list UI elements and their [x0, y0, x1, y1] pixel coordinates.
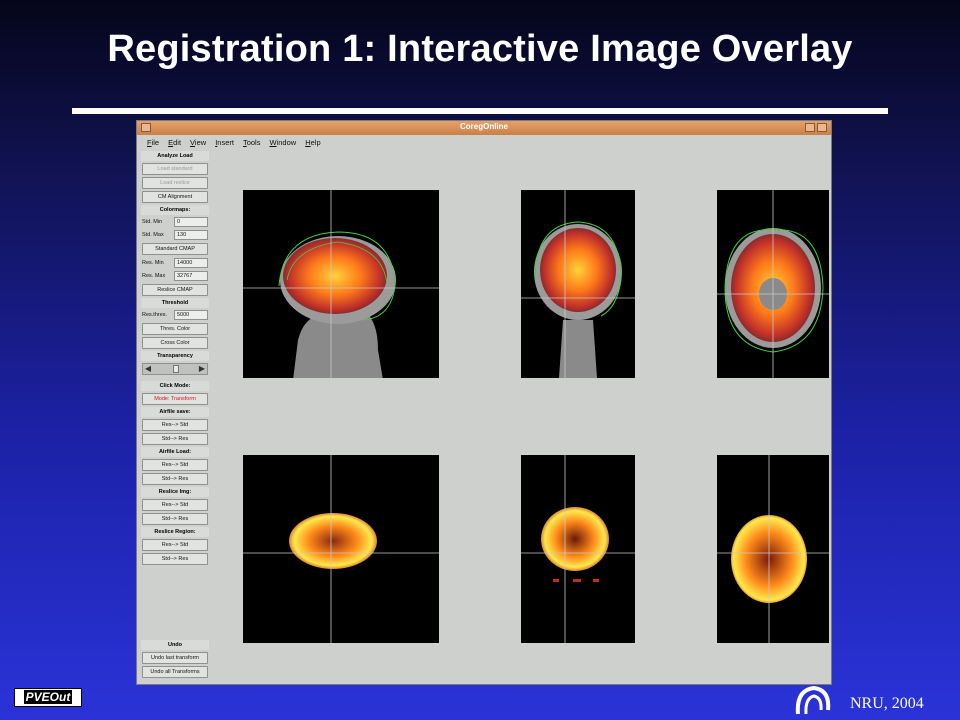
undo-group: Undo Undo last transform Undo all Transf…: [141, 640, 209, 680]
menu-insert[interactable]: Insert: [215, 138, 234, 147]
std-max-field: Std. Max 130: [142, 229, 208, 241]
menu-file[interactable]: File: [147, 138, 159, 147]
slider-right-arrow-icon[interactable]: ▶: [197, 364, 207, 374]
section-airfile-save: Airfile save:: [141, 407, 209, 417]
coronal-pet-image: [521, 455, 635, 643]
slider-thumb[interactable]: [173, 365, 179, 373]
save-std-to-res-button[interactable]: Std--> Res: [142, 433, 208, 445]
app-window: CoregOnline File Edit View Insert Tools …: [136, 120, 832, 685]
mode-transform-button[interactable]: Mode: Transform: [142, 393, 208, 405]
section-threshold: Threshold: [141, 298, 209, 308]
res-min-label: Res. Min: [142, 260, 164, 266]
coronal-pet-view[interactable]: [521, 455, 635, 643]
menu-view[interactable]: View: [190, 138, 206, 147]
standard-cmap-button[interactable]: Standard CMAP: [142, 243, 208, 255]
control-panel: Analyze Load Load standard Load reslice …: [141, 151, 209, 680]
std-min-label: Std. Min: [142, 219, 163, 225]
window-title: CoregOnline: [459, 122, 508, 131]
res-max-label: Res. Max: [142, 273, 166, 279]
std-max-label: Std. Max: [142, 232, 164, 238]
axial-overlay-image: [717, 190, 829, 378]
title-underline: [72, 108, 888, 114]
slide-title: Registration 1: Interactive Image Overla…: [107, 28, 853, 70]
menu-window[interactable]: Window: [269, 138, 296, 147]
minimize-button[interactable]: [805, 123, 815, 132]
menu-tools[interactable]: Tools: [243, 138, 261, 147]
thres-color-button[interactable]: Thres. Color: [142, 323, 208, 335]
section-airfile-load: Airfile Load:: [141, 447, 209, 457]
menu-bar: File Edit View Insert Tools Window Help: [137, 135, 831, 149]
cm-alignment-button[interactable]: CM Alignment: [142, 191, 208, 203]
transparency-slider[interactable]: ◀ ▶: [142, 363, 208, 375]
coronal-overlay-view[interactable]: [521, 190, 635, 378]
menu-help[interactable]: Help: [305, 138, 320, 147]
section-undo: Undo: [141, 640, 209, 650]
load-reslice-button[interactable]: Load reslice: [142, 177, 208, 189]
res-thres-input[interactable]: 5000: [174, 310, 208, 320]
axial-pet-view[interactable]: [717, 455, 829, 643]
res-max-field: Res. Max 32767: [142, 270, 208, 282]
std-min-input[interactable]: 0: [174, 217, 208, 227]
reslice-region-std-to-res-button[interactable]: Std--> Res: [142, 553, 208, 565]
credit-text: NRU, 2004: [850, 695, 924, 712]
save-res-to-std-button[interactable]: Res--> Std: [142, 419, 208, 431]
reslice-cmap-button[interactable]: Reslice CMAP: [142, 284, 208, 296]
axial-pet-image: [717, 455, 829, 643]
cross-color-button[interactable]: Cross Color: [142, 337, 208, 349]
sagittal-overlay-image: [243, 190, 439, 378]
section-analyze-load: Analyze Load: [141, 151, 209, 161]
sagittal-overlay-view[interactable]: [243, 190, 439, 378]
std-min-field: Std. Min 0: [142, 216, 208, 228]
reslice-img-std-to-res-button[interactable]: Std--> Res: [142, 513, 208, 525]
res-min-field: Res. Min 14000: [142, 257, 208, 269]
slider-left-arrow-icon[interactable]: ◀: [143, 364, 153, 374]
res-thres-field: Res.thres. 5000: [142, 309, 208, 321]
section-reslice-img: Reslice Img:: [141, 487, 209, 497]
section-transparency: Transparency: [141, 351, 209, 361]
load-std-to-res-button[interactable]: Std--> Res: [142, 473, 208, 485]
undo-all-transforms-button[interactable]: Undo all Transforms: [142, 666, 208, 678]
sagittal-pet-image: [243, 455, 439, 643]
nru-logo-icon: [795, 685, 831, 715]
maximize-button[interactable]: [817, 123, 827, 132]
menu-edit[interactable]: Edit: [168, 138, 181, 147]
section-reslice-region: Reslice Region:: [141, 527, 209, 537]
std-max-input[interactable]: 130: [174, 230, 208, 240]
reslice-img-res-to-std-button[interactable]: Res--> Std: [142, 499, 208, 511]
axial-overlay-view[interactable]: [717, 190, 829, 378]
window-titlebar[interactable]: CoregOnline: [137, 121, 831, 135]
pveout-logo: PVEOut: [14, 688, 82, 707]
sagittal-pet-view[interactable]: [243, 455, 439, 643]
res-max-input[interactable]: 32767: [174, 271, 208, 281]
section-click-mode: Click Mode:: [141, 381, 209, 391]
coronal-overlay-image: [521, 190, 635, 378]
res-thres-label: Res.thres.: [142, 312, 168, 318]
load-standard-button[interactable]: Load standard: [142, 163, 208, 175]
logo-text: PVEOut: [23, 690, 73, 704]
load-res-to-std-button[interactable]: Res--> Std: [142, 459, 208, 471]
res-min-input[interactable]: 14000: [174, 258, 208, 268]
undo-last-transform-button[interactable]: Undo last transform: [142, 652, 208, 664]
reslice-region-res-to-std-button[interactable]: Res--> Std: [142, 539, 208, 551]
section-colormaps: Colormaps:: [141, 205, 209, 215]
